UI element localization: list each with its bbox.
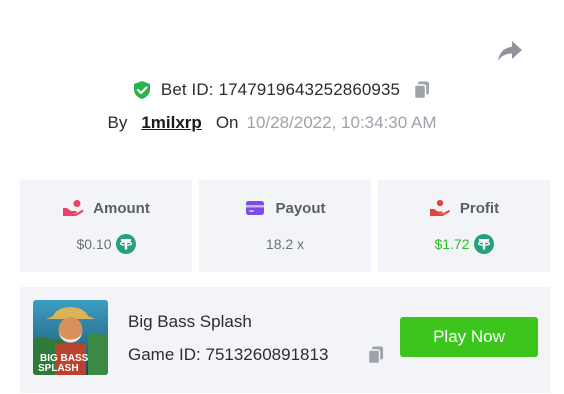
- amount-value-row: $0.10: [76, 233, 136, 255]
- username-link[interactable]: 1milxrp: [141, 113, 201, 133]
- amount-card: Amount $0.10: [20, 180, 192, 272]
- game-id-value: 7513260891813: [205, 345, 329, 364]
- payout-header: Payout: [244, 197, 326, 219]
- payout-value-row: 18.2 x: [266, 233, 304, 255]
- tether-icon: [473, 234, 494, 254]
- game-id: Game ID: 7513260891813: [128, 345, 328, 365]
- game-panel: BIG BASS SPLASH Big Bass Splash Game ID:…: [20, 287, 550, 393]
- stats-cards: Amount $0.10 Payout 18.2 x Profit $1.72: [20, 180, 550, 272]
- profit-card: Profit $1.72: [378, 180, 550, 272]
- profit-label: Profit: [459, 199, 500, 217]
- tether-icon: [115, 234, 136, 254]
- amount-label: Amount: [93, 199, 150, 217]
- bet-author-row: By 1milxrp On 10/28/2022, 10:34:30 AM: [0, 111, 564, 135]
- profit-value: $1.72: [434, 236, 470, 252]
- profit-value-row: $1.72: [434, 233, 494, 255]
- hand-coins-icon: [63, 200, 84, 216]
- amount-header: Amount: [62, 197, 150, 219]
- payout-card: Payout 18.2 x: [199, 180, 371, 272]
- game-id-label: Game ID:: [128, 345, 201, 364]
- by-label: By: [107, 113, 128, 132]
- thumb-text-2: SPLASH: [38, 363, 79, 374]
- amount-value: $0.10: [76, 236, 112, 252]
- game-thumbnail[interactable]: BIG BASS SPLASH: [33, 300, 108, 375]
- play-now-button[interactable]: Play Now: [400, 317, 538, 357]
- payout-label: Payout: [275, 199, 326, 217]
- copy-icon[interactable]: [412, 80, 432, 100]
- hand-give-icon: [429, 199, 450, 216]
- profit-header: Profit: [429, 197, 499, 219]
- copy-icon[interactable]: [366, 345, 386, 365]
- game-name: Big Bass Splash: [128, 312, 252, 331]
- bet-id-row: Bet ID: 1747919643252860935: [0, 78, 564, 102]
- on-label: On: [215, 113, 239, 132]
- bet-id-value: 1747919643252860935: [218, 80, 401, 99]
- card-icon: [246, 201, 265, 215]
- verified-shield-icon: [133, 81, 150, 99]
- share-icon[interactable]: [497, 40, 523, 62]
- bet-id-label: Bet ID:: [160, 80, 214, 99]
- bet-datetime: 10/28/2022, 10:34:30 AM: [246, 113, 437, 132]
- payout-value: 18.2 x: [265, 236, 305, 252]
